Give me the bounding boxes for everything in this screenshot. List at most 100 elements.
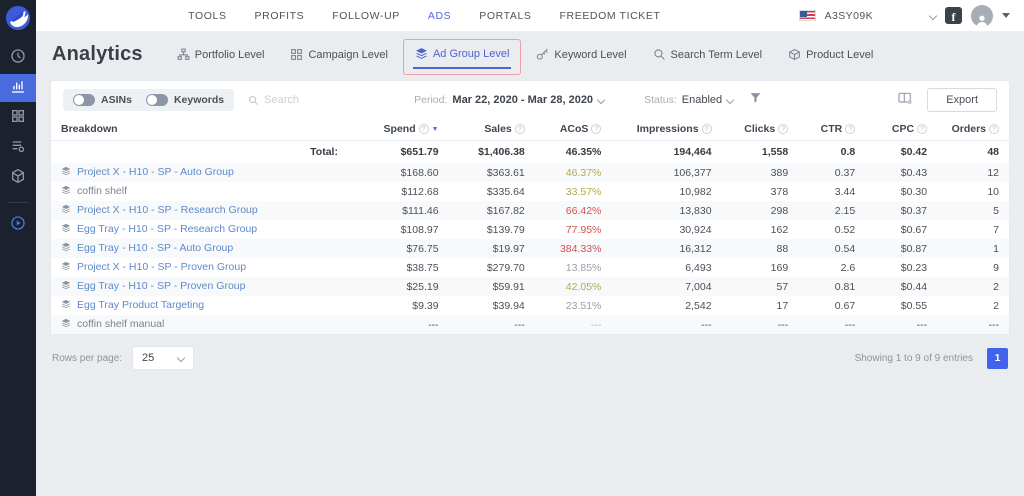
impressions-cell: --- bbox=[701, 318, 712, 331]
clicks-cell: 378 bbox=[770, 185, 789, 198]
help-icon[interactable]: ? bbox=[989, 124, 999, 134]
nav-item-follow-up[interactable]: FOLLOW-UP bbox=[332, 10, 400, 22]
nav-item-portals[interactable]: PORTALS bbox=[479, 10, 531, 22]
orders-cell: 1 bbox=[993, 242, 999, 255]
package-icon bbox=[10, 168, 26, 189]
total-cpc: $0.42 bbox=[900, 146, 928, 158]
period-selector[interactable]: Period: Mar 22, 2020 - Mar 28, 2020 bbox=[414, 94, 606, 106]
sidebar-item-apps[interactable] bbox=[0, 104, 36, 132]
impressions-cell: 13,830 bbox=[679, 204, 712, 217]
col-header-orders[interactable]: Orders? bbox=[937, 119, 1009, 141]
orders-cell: 10 bbox=[987, 185, 999, 198]
ad-group-link[interactable]: coffin shelf bbox=[77, 185, 127, 197]
help-icon[interactable]: ? bbox=[845, 124, 856, 134]
tab-product-level[interactable]: Product Level bbox=[788, 48, 873, 61]
column-settings-icon[interactable] bbox=[897, 90, 913, 111]
toggle-switch-icon bbox=[73, 94, 95, 106]
status-selector[interactable]: Status: Enabled bbox=[644, 94, 735, 106]
chevron-down-icon bbox=[725, 95, 735, 105]
sidebar-item-tutorials[interactable] bbox=[0, 211, 36, 239]
sales-cell: $167.82 bbox=[486, 204, 525, 217]
ad-group-link[interactable]: Egg Tray Product Targeting bbox=[77, 299, 204, 311]
asins-toggle[interactable]: ASINs bbox=[73, 94, 132, 106]
tab-search-term-level[interactable]: Search Term Level bbox=[653, 48, 763, 61]
export-button[interactable]: Export bbox=[927, 88, 997, 112]
rows-per-page-value: 25 bbox=[142, 352, 155, 364]
table-body: Project X - H10 - SP - Auto Group $168.6… bbox=[51, 163, 1009, 334]
cpc-cell: $0.30 bbox=[900, 185, 928, 198]
nav-item-tools[interactable]: TOOLS bbox=[188, 10, 226, 22]
tab-label: Search Term Level bbox=[670, 48, 763, 61]
spend-cell: $111.46 bbox=[402, 204, 439, 217]
ad-group-link[interactable]: Egg Tray - H10 - SP - Auto Group bbox=[77, 242, 233, 254]
play-circle-icon bbox=[10, 215, 26, 236]
account-selector[interactable]: A3SY09K bbox=[825, 10, 873, 22]
tab-keyword-level[interactable]: Keyword Level bbox=[536, 48, 627, 61]
cpc-cell: $0.44 bbox=[900, 280, 928, 293]
help-icon[interactable]: ? bbox=[418, 124, 429, 134]
cpc-cell: $0.43 bbox=[900, 166, 928, 179]
search-input[interactable] bbox=[264, 94, 375, 106]
col-header-acos[interactable]: ACoS? bbox=[534, 119, 612, 141]
sidebar-item-analytics[interactable] bbox=[0, 74, 36, 102]
cpc-cell: --- bbox=[916, 318, 928, 331]
ad-group-link[interactable]: Egg Tray - H10 - SP - Research Group bbox=[77, 223, 257, 235]
rows-per-page-select[interactable]: 25 bbox=[132, 346, 195, 370]
help-icon[interactable]: ? bbox=[917, 124, 928, 134]
user-menu-caret-icon[interactable] bbox=[1001, 13, 1010, 18]
tab-label: Portfolio Level bbox=[194, 48, 265, 61]
ctr-cell: 0.37 bbox=[834, 166, 856, 179]
col-header-cpc[interactable]: CPC? bbox=[865, 119, 938, 141]
sidebar-item-history[interactable] bbox=[0, 44, 36, 72]
tab-portfolio-level[interactable]: Portfolio Level bbox=[177, 48, 265, 61]
app-window: TOOLS PROFITS FOLLOW-UP ADS PORTALS FREE… bbox=[0, 0, 1024, 496]
layers-icon bbox=[61, 261, 71, 274]
sidebar-item-list-settings[interactable] bbox=[0, 134, 36, 162]
table-footer: Rows per page: 25 Showing 1 to 9 of 9 en… bbox=[52, 346, 1008, 370]
nav-item-ads[interactable]: ADS bbox=[428, 10, 451, 22]
chevron-down-icon[interactable] bbox=[928, 11, 938, 20]
spend-cell: $112.68 bbox=[401, 185, 439, 198]
col-header-clicks[interactable]: Clicks? bbox=[721, 119, 799, 141]
col-header-spend[interactable]: Spend? ▼ bbox=[347, 119, 449, 141]
ad-group-link[interactable]: Project X - H10 - SP - Proven Group bbox=[77, 261, 246, 273]
keywords-toggle[interactable]: Keywords bbox=[145, 94, 224, 106]
layers-icon bbox=[61, 166, 71, 179]
sort-desc-icon: ▼ bbox=[431, 126, 439, 133]
acos-cell: 13.85% bbox=[565, 261, 602, 274]
nav-item-freedom-ticket[interactable]: FREEDOM TICKET bbox=[560, 10, 661, 22]
col-header-sales[interactable]: Sales? bbox=[448, 119, 535, 141]
help-icon[interactable]: ? bbox=[514, 124, 525, 134]
ctr-cell: 0.81 bbox=[834, 280, 856, 293]
col-header-impressions[interactable]: Impressions? bbox=[611, 119, 722, 141]
filter-funnel-icon[interactable] bbox=[749, 91, 762, 109]
impressions-cell: 30,924 bbox=[679, 223, 712, 236]
ad-group-link[interactable]: Project X - H10 - SP - Research Group bbox=[77, 204, 258, 216]
facebook-icon[interactable]: f bbox=[944, 7, 962, 24]
help-icon[interactable]: ? bbox=[701, 124, 712, 134]
table-row: Egg Tray - H10 - SP - Research Group $10… bbox=[51, 220, 1009, 239]
us-flag-icon bbox=[798, 10, 816, 21]
page-1-button[interactable]: 1 bbox=[987, 347, 1008, 369]
tab-ad-group-level[interactable]: Ad Group Level bbox=[412, 47, 512, 69]
period-label: Period: bbox=[414, 94, 448, 106]
ad-group-link[interactable]: coffin shelf manual bbox=[77, 318, 164, 330]
user-avatar-icon[interactable] bbox=[970, 4, 993, 27]
sales-cell: $19.97 bbox=[492, 242, 525, 255]
col-header-ctr[interactable]: CTR? bbox=[798, 119, 866, 141]
orders-cell: 2 bbox=[993, 280, 999, 293]
page-title: Analytics bbox=[52, 43, 143, 65]
acos-cell: 384.33% bbox=[559, 242, 602, 255]
help-icon[interactable]: ? bbox=[591, 124, 602, 134]
package-icon bbox=[789, 49, 800, 60]
help-icon[interactable]: ? bbox=[778, 124, 789, 134]
sidebar-item-products[interactable] bbox=[0, 164, 36, 192]
col-header-breakdown[interactable]: Breakdown bbox=[51, 119, 348, 141]
helium10-logo-icon[interactable] bbox=[6, 6, 30, 30]
tab-campaign-level[interactable]: Campaign Level bbox=[290, 48, 388, 61]
tab-label: Product Level bbox=[806, 48, 874, 61]
layers-icon bbox=[61, 280, 71, 293]
ad-group-link[interactable]: Project X - H10 - SP - Auto Group bbox=[77, 166, 234, 178]
nav-item-profits[interactable]: PROFITS bbox=[255, 10, 305, 22]
ad-group-link[interactable]: Egg Tray - H10 - SP - Proven Group bbox=[77, 280, 245, 292]
